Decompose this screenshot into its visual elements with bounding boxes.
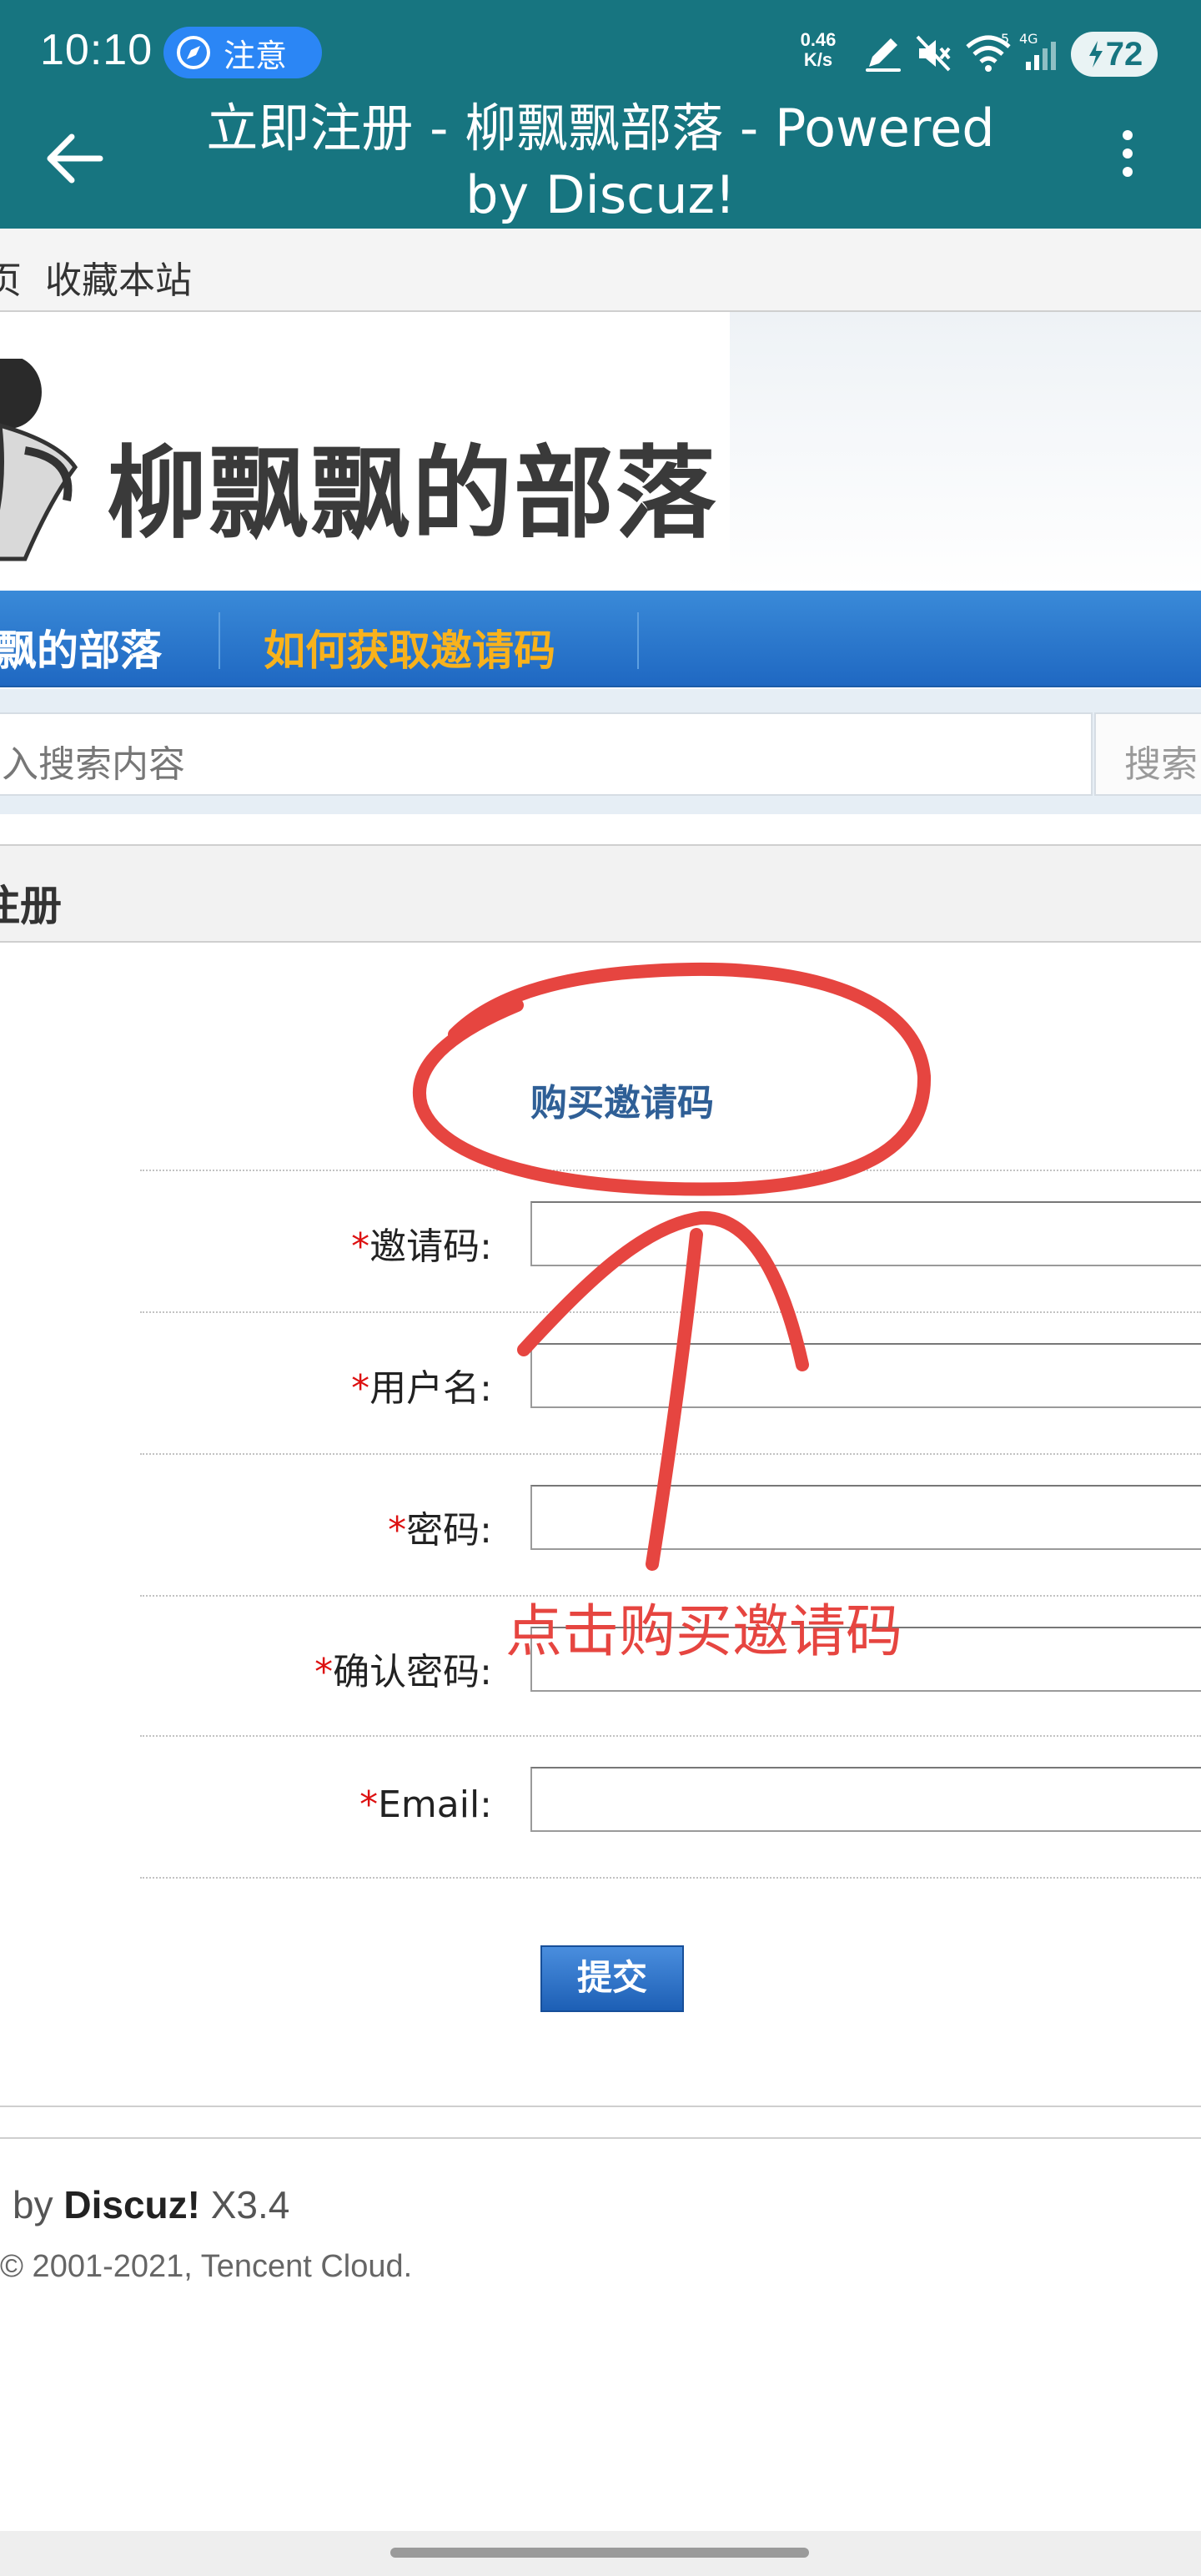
bookmark-link[interactable]: 收藏本站: [45, 250, 192, 304]
main-nav: 飘的部落 如何获取邀请码: [0, 591, 1201, 687]
top-links-bar: 页 收藏本站: [0, 229, 1201, 312]
email-label: *Email:: [359, 1784, 492, 1826]
submit-button[interactable]: 提交: [540, 1945, 684, 2012]
search-input[interactable]: 入搜索内容: [0, 712, 1093, 796]
more-vert-icon[interactable]: [1109, 125, 1146, 192]
net-speed-value: 0.46: [800, 29, 837, 50]
password-label: *密码:: [388, 1509, 492, 1552]
username-label: *用户名:: [351, 1367, 492, 1410]
nav-item-invite-help[interactable]: 如何获取邀请码: [264, 617, 555, 677]
net-speed-unit: K/s: [803, 49, 833, 70]
username-input[interactable]: [530, 1343, 1201, 1408]
notice-pill[interactable]: 注意: [163, 27, 322, 78]
back-arrow-icon[interactable]: [42, 125, 108, 192]
discuz-link[interactable]: Discuz!: [63, 2183, 200, 2226]
annotation-text: 点击购买邀请码: [505, 1599, 903, 1665]
header-background: [730, 312, 1201, 591]
email-input[interactable]: [530, 1767, 1201, 1832]
search-bar: 入搜索内容 搜索: [0, 689, 1201, 814]
nav-divider: [637, 612, 639, 669]
home-link[interactable]: 页: [0, 250, 22, 304]
row-divider: [140, 1877, 1201, 1879]
screen: 10:10 注意 0.46 K/s 5 4G 72 立即注册 - 柳飘飘部落 -…: [0, 0, 1201, 2576]
wifi-icon: 5: [966, 32, 1011, 72]
row-divider: [140, 1453, 1201, 1455]
page-title: 立即注册 - 柳飘飘部落 - Powered by Discuz!: [206, 98, 995, 225]
site-logo[interactable]: 柳飘飘的部落: [0, 342, 730, 584]
bolt-icon: [1088, 41, 1103, 68]
svg-text:4G: 4G: [1019, 32, 1038, 47]
compass-icon: [177, 36, 210, 69]
nav-item-home[interactable]: 飘的部落: [0, 617, 162, 677]
footer-divider: [0, 2106, 1201, 2107]
battery-level: 72: [1105, 35, 1143, 73]
register-title: 注册: [0, 882, 62, 930]
row-divider: [140, 1311, 1201, 1313]
status-time: 10:10: [40, 26, 153, 74]
invite-code-label: *邀请码:: [351, 1225, 492, 1268]
mute-icon: [916, 35, 951, 72]
invite-code-input[interactable]: [530, 1201, 1201, 1266]
search-button-label: 搜索: [1124, 743, 1198, 786]
powered-by: l by Discuz! X3.4: [0, 2183, 290, 2226]
row-divider: [140, 1170, 1201, 1171]
pen-icon: [866, 38, 901, 72]
password-input[interactable]: [530, 1485, 1201, 1550]
nav-divider: [219, 612, 220, 669]
confirm-password-label: *确认密码:: [314, 1651, 492, 1693]
row-divider: [140, 1735, 1201, 1737]
logo-text: 柳飘飘的部落: [107, 436, 717, 552]
net-speed: 0.46 K/s: [791, 30, 846, 70]
copyright: © 2001-2021, Tencent Cloud.: [0, 2249, 413, 2284]
logo-figure-icon: [0, 359, 78, 561]
search-button[interactable]: 搜索: [1094, 712, 1201, 796]
top-bar: 10:10 注意 0.46 K/s 5 4G 72 立即注册 - 柳飘飘部落 -…: [0, 0, 1201, 229]
svg-text:5: 5: [1001, 32, 1009, 47]
battery-indicator: 72: [1071, 32, 1158, 77]
buy-invite-link[interactable]: 购买邀请码: [530, 1073, 714, 1126]
home-indicator[interactable]: [390, 2548, 809, 2558]
footer-divider: [0, 2137, 1201, 2139]
register-header: 注册: [0, 844, 1201, 943]
signal-icon: 4G: [1019, 32, 1056, 70]
notice-label: 注意: [224, 37, 288, 74]
search-placeholder: 入搜索内容: [2, 743, 185, 786]
